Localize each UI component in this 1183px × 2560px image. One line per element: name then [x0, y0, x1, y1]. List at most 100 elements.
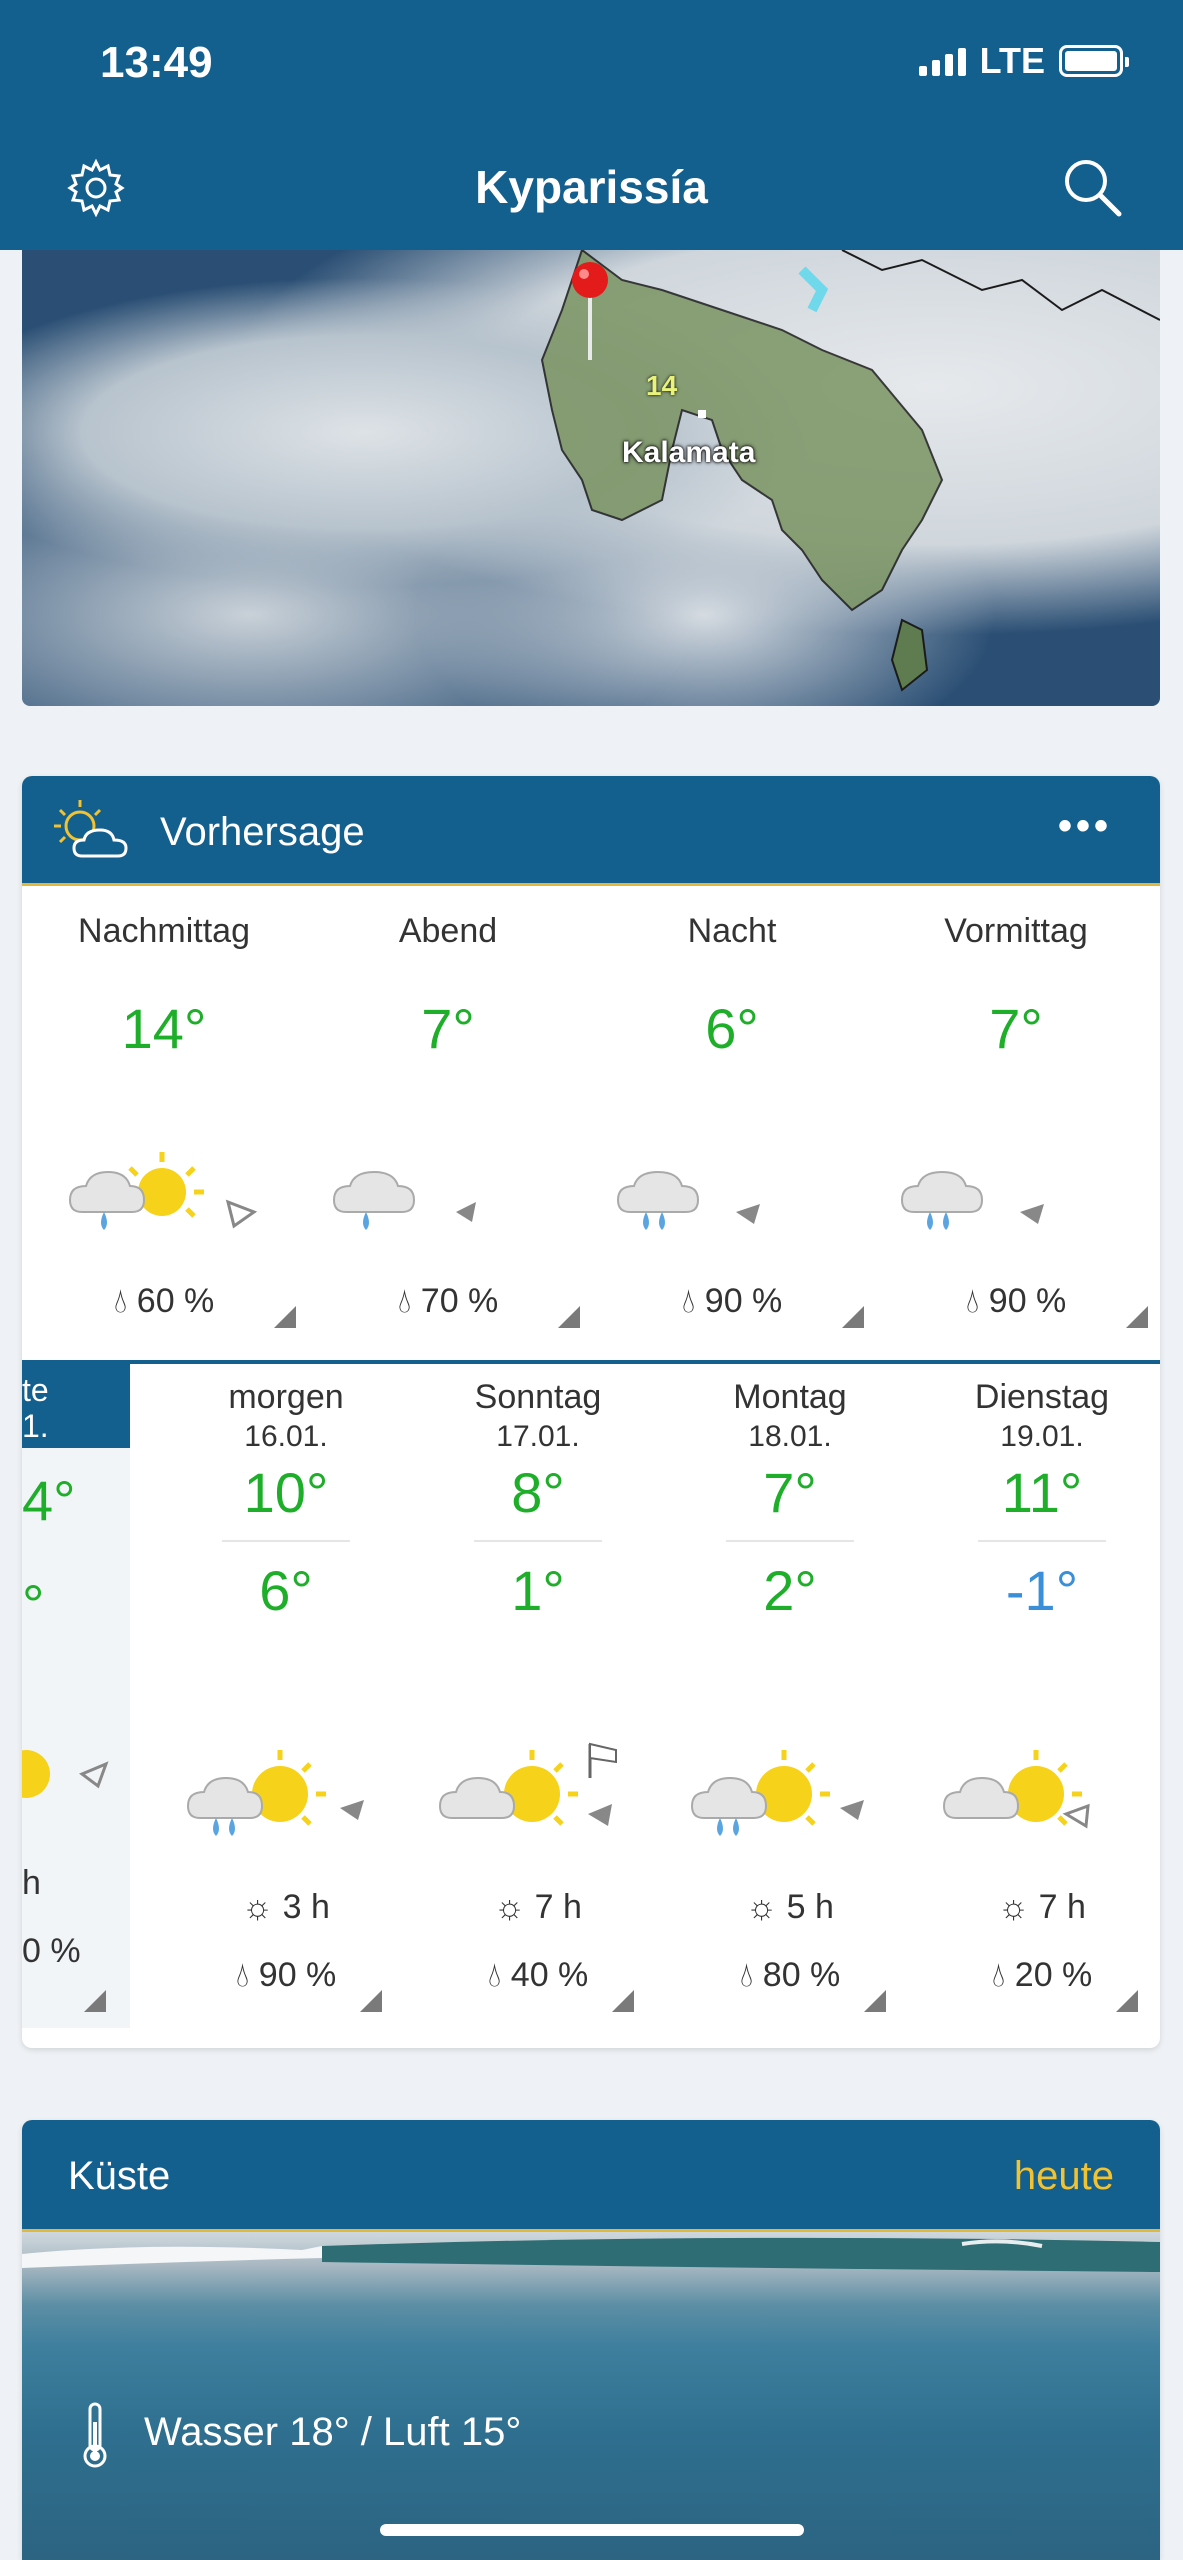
day-name: Dienstag	[974, 1378, 1110, 1416]
signal-icon	[918, 46, 966, 76]
period-weather-icons	[68, 1152, 1044, 1230]
sun-hours-value: 7 h	[534, 1888, 582, 1926]
expand-corner-icon[interactable]	[1116, 1990, 1138, 2012]
rain-probability: 💧︎ 60 %	[22, 1282, 306, 1321]
period-nacht[interactable]: Nacht 6°	[590, 886, 874, 1134]
expand-corner-icon[interactable]	[842, 1306, 864, 1328]
drop-icon: 💧︎	[487, 1956, 502, 1994]
day-date: 16.01.	[244, 1420, 328, 1453]
period-temp: 7°	[421, 997, 475, 1060]
period-label: Vormittag	[944, 912, 1088, 950]
expand-corner-icon[interactable]	[274, 1306, 296, 1328]
page-title: Kyparissía	[475, 161, 708, 213]
expand-corner-icon[interactable]	[558, 1306, 580, 1328]
day-column-sonntag[interactable]: Sonntag 17.01. 8° 1° ☼ 7 h 💧︎ 40 %	[412, 1364, 664, 2028]
rain-value: 90 %	[704, 1282, 783, 1320]
today-min-temp: °	[22, 1573, 45, 1636]
sun-rain-icon	[690, 1750, 864, 1836]
sun-hours-value: 3 h	[282, 1888, 330, 1926]
sun-cloud-icon	[942, 1750, 1090, 1829]
weather-map[interactable]: 14 Kalamata	[22, 250, 1160, 706]
day-column-montag[interactable]: Montag 18.01. 7° 2° ☼ 5 h 💧︎ 80 %	[664, 1364, 916, 2028]
day-date: 18.01.	[748, 1420, 832, 1453]
rain-value: 90 %	[988, 1282, 1067, 1320]
sun-hours-value: 5 h	[786, 1888, 834, 1926]
day-max-temp: 8°	[511, 1461, 565, 1524]
map-city-label: Kalamata	[622, 436, 756, 469]
today-label: te	[22, 1372, 49, 1408]
day-name: Montag	[733, 1378, 847, 1416]
day-min-temp: 1°	[511, 1559, 565, 1622]
today-tab-header: te 1.	[22, 1364, 130, 1448]
forecast-header: Vorhersage •••	[22, 776, 1160, 886]
day-max-temp: 10°	[243, 1461, 329, 1524]
temp-divider	[474, 1540, 602, 1542]
expand-corner-icon[interactable]	[864, 1990, 886, 2012]
period-temp: 14°	[121, 997, 207, 1060]
sun-hours: ☼ 7 h	[412, 1888, 664, 1927]
coast-card[interactable]: Küste heute Wasser 18° / Luft 15°	[22, 2120, 1160, 2560]
period-rain-row: 💧︎ 60 % 💧︎ 70 % 💧︎ 90 % 💧︎ 90 %	[22, 1252, 1160, 1328]
drop-icon: 💧︎	[739, 1956, 754, 1994]
day-column-morgen[interactable]: morgen 16.01. 10° 6° ☼ 3 h 💧︎ 90 %	[160, 1364, 412, 2028]
sun-icon: ☼	[746, 1888, 778, 1926]
app-header: 13:49 LTE Kyparissía	[0, 0, 1183, 250]
day-column-today[interactable]: te 1. 4° ° h 0 %	[22, 1364, 130, 2028]
today-rain: 0 %	[22, 1932, 81, 1970]
sun-icon: ☼	[242, 1888, 274, 1926]
status-time: 13:49	[100, 38, 213, 87]
coast-header: Küste heute	[22, 2120, 1160, 2232]
map-land	[540, 250, 1160, 692]
day-date: 19.01.	[1000, 1420, 1084, 1453]
day-max-temp: 11°	[1001, 1461, 1083, 1524]
drop-icon: 💧︎	[397, 1282, 412, 1320]
day-column-dienstag[interactable]: Dienstag 19.01. 11° -1° ☼ 7 h 💧︎ 20 %	[916, 1364, 1160, 2028]
rain-value: 60 %	[136, 1282, 215, 1320]
expand-corner-icon[interactable]	[1126, 1306, 1148, 1328]
more-options-button[interactable]: •••	[1058, 804, 1112, 849]
drop-icon: 💧︎	[991, 1956, 1006, 1994]
sun-icon	[22, 1750, 109, 1798]
expand-corner-icon[interactable]	[84, 1990, 106, 2012]
today-sun-hours: h	[22, 1864, 41, 1902]
sun-hours: ☼ 7 h	[916, 1888, 1160, 1927]
coast-title: Küste	[68, 2154, 171, 2198]
wave-graphic	[22, 2237, 1160, 2272]
period-abend[interactable]: Abend 7°	[306, 886, 590, 1134]
search-icon[interactable]	[1059, 154, 1125, 220]
period-temp: 6°	[705, 997, 759, 1060]
thermometer-icon	[83, 2402, 107, 2468]
rain-probability: 💧︎ 90 %	[874, 1282, 1158, 1321]
drop-icon: 💧︎	[113, 1282, 128, 1320]
period-vormittag[interactable]: Vormittag 7°	[874, 886, 1158, 1134]
water-air-temp: Wasser 18° / Luft 15°	[144, 2410, 522, 2454]
battery-icon	[1059, 45, 1129, 77]
cloud-heavy-rain-icon	[900, 1170, 1044, 1230]
sea-image: Wasser 18° / Luft 15°	[22, 2232, 1160, 2560]
rain-value: 80 %	[762, 1956, 841, 1994]
period-label: Abend	[398, 912, 498, 950]
cloud-rain-icon	[332, 1170, 476, 1230]
sun-hours: ☼ 5 h	[664, 1888, 916, 1927]
period-label: Nachmittag	[78, 912, 250, 950]
day-date: 17.01.	[496, 1420, 580, 1453]
home-indicator[interactable]	[380, 2524, 804, 2536]
coast-when[interactable]: heute	[1014, 2154, 1114, 2199]
sun-rain-icon	[186, 1750, 364, 1836]
drop-icon: 💧︎	[235, 1956, 250, 1994]
day-max-temp: 7°	[763, 1461, 817, 1524]
expand-corner-icon[interactable]	[360, 1990, 382, 2012]
day-name: Sonntag	[474, 1378, 602, 1416]
drop-icon: 💧︎	[965, 1282, 980, 1320]
expand-corner-icon[interactable]	[612, 1990, 634, 2012]
temp-divider	[978, 1540, 1106, 1542]
drop-icon: 💧︎	[681, 1282, 696, 1320]
partly-cloudy-icon	[54, 800, 128, 858]
rain-probability: 💧︎ 70 %	[306, 1282, 590, 1321]
cloud-heavy-rain-icon	[616, 1170, 760, 1230]
day-min-temp: -1°	[1005, 1559, 1079, 1622]
sun-icon: ☼	[494, 1888, 526, 1926]
period-nachmittag[interactable]: Nachmittag 14°	[22, 886, 306, 1134]
rain-value: 90 %	[258, 1956, 337, 1994]
period-row: Nachmittag 14° Abend 7° Nacht 6° Vormitt…	[22, 886, 1160, 1134]
